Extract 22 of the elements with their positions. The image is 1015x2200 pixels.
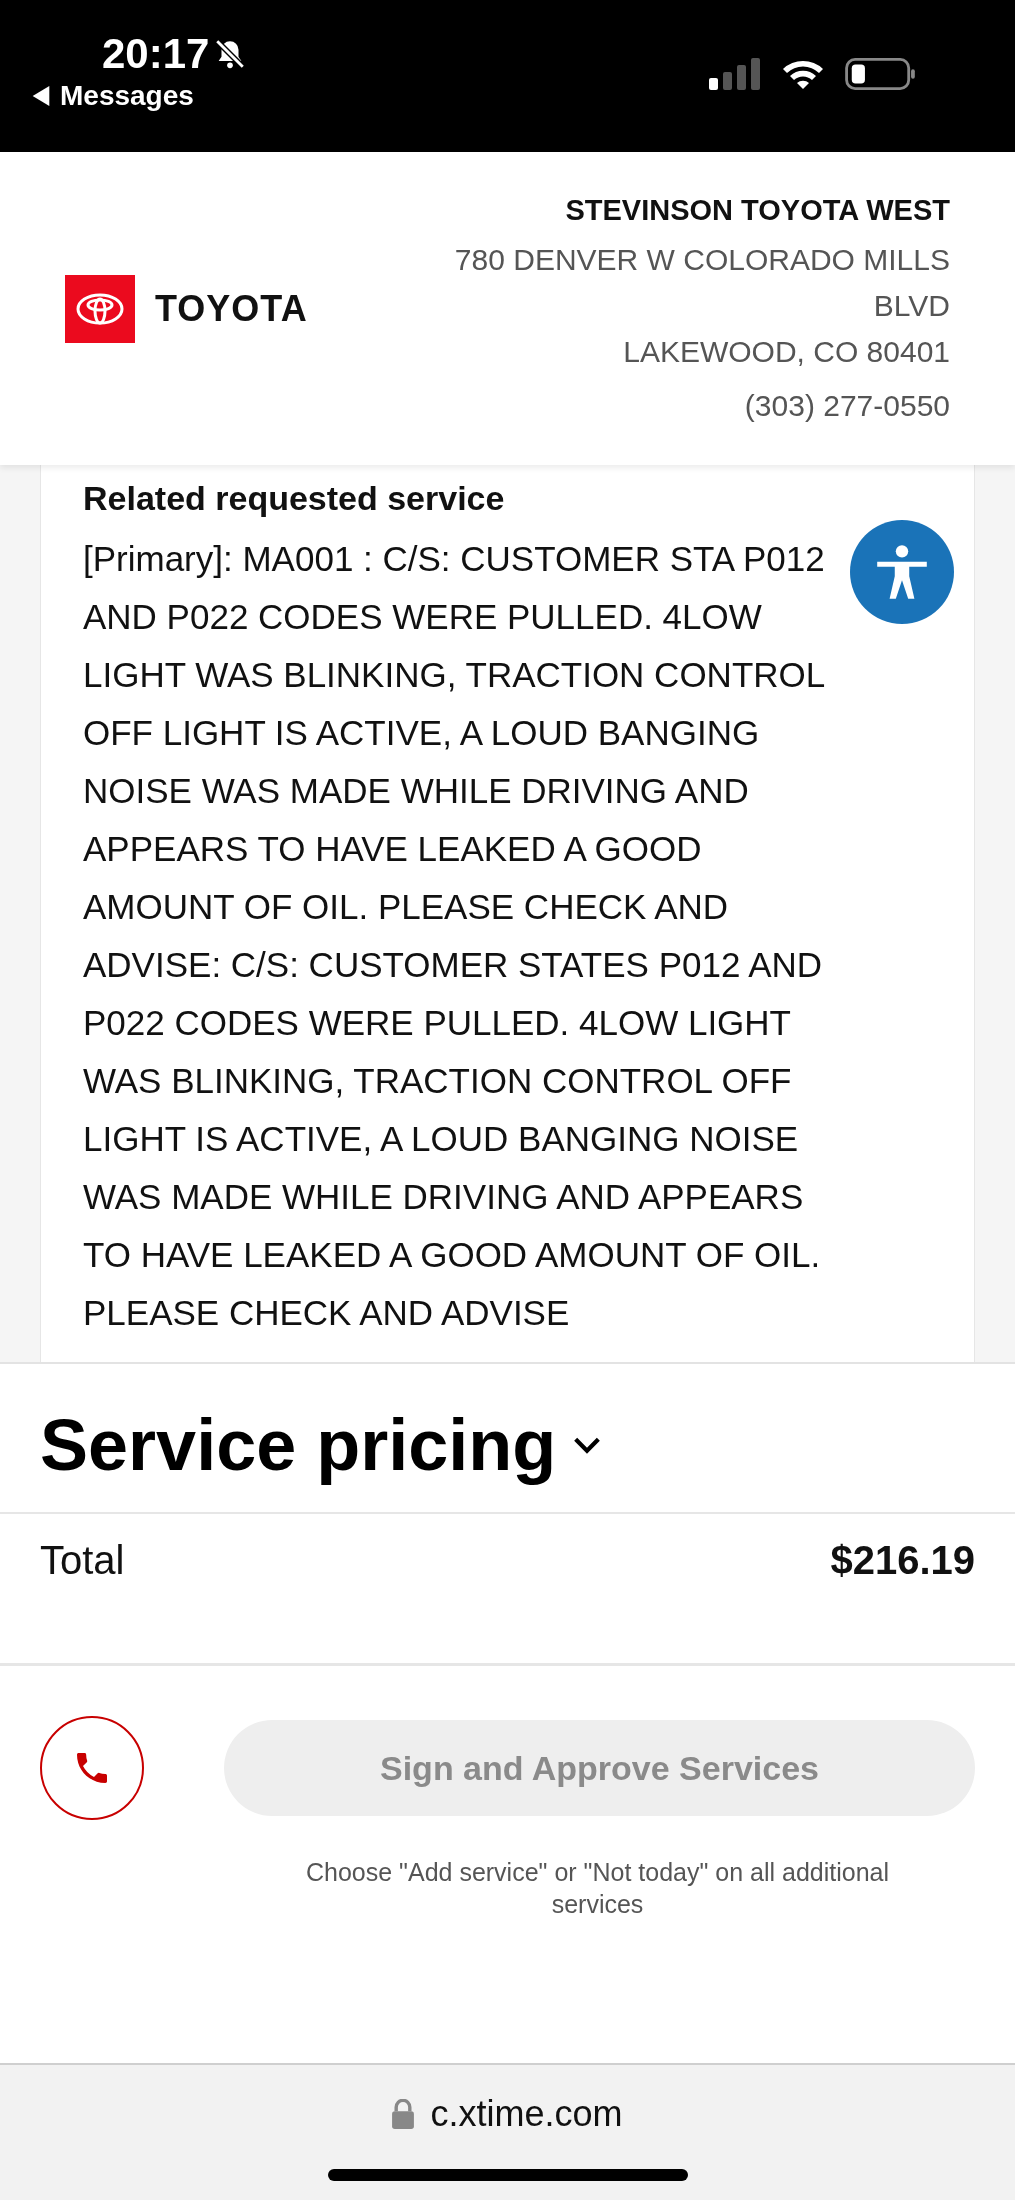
total-value: $216.19 <box>830 1538 975 1583</box>
back-icon <box>32 86 50 106</box>
battery-icon <box>845 58 915 90</box>
approval-note: Choose "Add service" or "Not today" on all additional services <box>304 1857 890 1920</box>
back-label: Messages <box>60 80 194 112</box>
address-line: BLVD <box>873 288 950 324</box>
total-label: Total <box>40 1538 125 1583</box>
lock-icon <box>392 2099 415 2129</box>
service-heading: Related requested service <box>83 479 506 518</box>
back-link[interactable]: Messages <box>32 80 248 112</box>
dealer-phone[interactable]: (303) 277-0550 <box>744 389 950 423</box>
section-title[interactable]: Service pricing <box>40 1404 557 1486</box>
service-description: [Primary]: MA001 : C/S: CUSTOMER STA P012 AND P022 CODES WERE PULLED. 4LOW LIGHT WAS BLINKING, TRACTION CONTROL OFF LIGHT IS ACTIVE, A LOUD BANGING NOISE WAS MADE WHILE DRIVING AND APPEARS TO HAVE LEAKED A GOOD AMOUNT OF OIL. PLEASE CHECK AND ADVISE: C/S: CUSTOMER STATES P012 AND P022 CODES WERE PULLED. 4LOW LIGHT WAS BLINKING, TRACTION CONTROL OFF LIGHT IS ACTIVE, A LOUD BANGING NOISE WAS MADE WHILE DRIVING AND APPEARS TO HAVE LEAKED A GOOD AMOUNT OF OIL. PLEASE CHECK AND ADVISE <box>83 538 826 1334</box>
status-time: 20:17 <box>102 30 210 78</box>
toyota-logo-icon <box>65 274 135 343</box>
address-line: 780 DENVER W COLORADO MILLS <box>454 242 950 278</box>
url-text[interactable]: c.xtime.com <box>430 2093 623 2135</box>
dealer-name: STEVINSON TOYOTA WEST <box>565 194 950 227</box>
wifi-icon <box>781 58 825 90</box>
signal-icon <box>709 58 761 90</box>
address-line: LAKEWOOD, CO 80401 <box>623 334 950 370</box>
brand-name: TOYOTA <box>155 287 308 330</box>
